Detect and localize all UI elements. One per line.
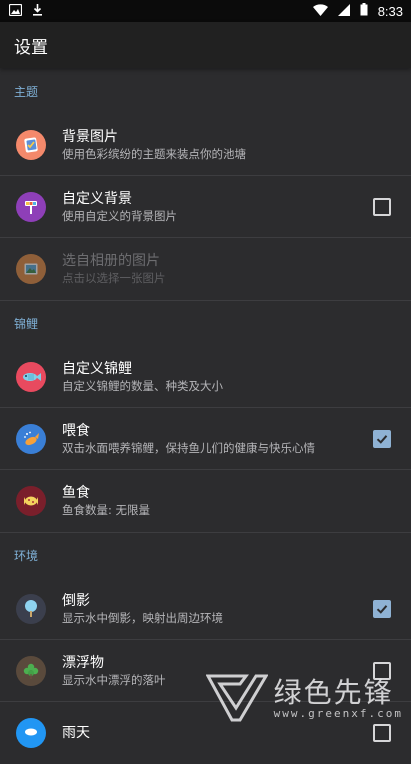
- koi-fish-icon: [16, 361, 46, 392]
- reflection-tree-icon: [16, 593, 46, 624]
- fish-food-icon: [16, 486, 46, 516]
- pref-title: 漂浮物: [62, 654, 104, 671]
- pref-feeding[interactable]: 喂食 双击水面喂养锦鲤，保持鱼儿们的健康与快乐心情: [0, 408, 411, 470]
- custom-background-icon: [16, 191, 46, 222]
- watermark-logo-icon: [205, 672, 269, 726]
- rain-icon: [16, 718, 46, 748]
- background-image-icon: [16, 129, 46, 160]
- pref-summary: 点击以选择一张图片: [62, 271, 166, 285]
- watermark-url: www.greenxf.com: [273, 707, 403, 720]
- feeding-checkbox[interactable]: [373, 429, 391, 448]
- pref-summary: 自定义锦鲤的数量、种类及大小: [62, 378, 223, 393]
- status-time: 8:33: [377, 3, 403, 19]
- pref-summary: 鱼食数量: 无限量: [62, 503, 151, 517]
- settings-list[interactable]: 主题 背景图片 使用色彩缤纷的主题来装点你的池塘 自定义背景 使用自定义的背景图…: [0, 68, 411, 764]
- pref-custom-koi[interactable]: 自定义锦鲤 自定义锦鲤的数量、种类及大小: [0, 346, 411, 408]
- rain-checkbox[interactable]: [373, 724, 391, 742]
- gallery-image-icon: [16, 254, 46, 284]
- pref-summary: 双击水面喂养锦鲤，保持鱼儿们的健康与快乐心情: [62, 440, 315, 455]
- reflection-checkbox[interactable]: [373, 599, 391, 618]
- floating-leaf-icon: [16, 655, 46, 686]
- pref-gallery-image[interactable]: 选自相册的图片 点击以选择一张图片: [0, 238, 411, 300]
- wifi-icon: [312, 3, 328, 19]
- pref-title: 倒影: [62, 592, 90, 609]
- pref-custom-background[interactable]: 自定义背景 使用自定义的背景图片: [0, 176, 411, 238]
- pref-summary: 使用色彩缤纷的主题来装点你的池塘: [62, 146, 246, 161]
- feeding-icon: [16, 423, 46, 454]
- download-icon: [32, 3, 43, 19]
- app-bar: 设置: [0, 22, 411, 68]
- watermark-brand: 绿色先锋: [273, 676, 394, 709]
- pref-title: 自定义锦鲤: [62, 360, 132, 377]
- image-notification-icon: [8, 3, 23, 19]
- signal-icon: [337, 3, 350, 19]
- pref-background-image[interactable]: 背景图片 使用色彩缤纷的主题来装点你的池塘: [0, 114, 411, 176]
- page-title: 设置: [14, 37, 48, 58]
- pref-title: 鱼食: [62, 485, 90, 501]
- pref-summary: 显示水中倒影，映射出周边环境: [62, 610, 223, 625]
- custom-background-checkbox[interactable]: [373, 197, 391, 216]
- pref-title: 背景图片: [62, 128, 118, 145]
- section-header-theme: 主题: [14, 84, 39, 99]
- pref-title: 喂食: [62, 422, 90, 439]
- section-header-environment: 环境: [0, 532, 411, 578]
- pref-fish-food[interactable]: 鱼食 鱼食数量: 无限量: [0, 470, 411, 532]
- status-bar: 8:33: [0, 0, 411, 22]
- pref-title: 自定义背景: [62, 190, 132, 207]
- section-header-koi: 锦鲤: [0, 300, 411, 346]
- pref-title: 雨天: [62, 725, 90, 741]
- pref-summary: 使用自定义的背景图片: [62, 208, 177, 223]
- pref-title: 选自相册的图片: [62, 253, 160, 269]
- watermark: 绿色先锋 www.greenxf.com: [205, 672, 403, 726]
- pref-reflection[interactable]: 倒影 显示水中倒影，映射出周边环境: [0, 578, 411, 640]
- battery-icon: [360, 3, 368, 19]
